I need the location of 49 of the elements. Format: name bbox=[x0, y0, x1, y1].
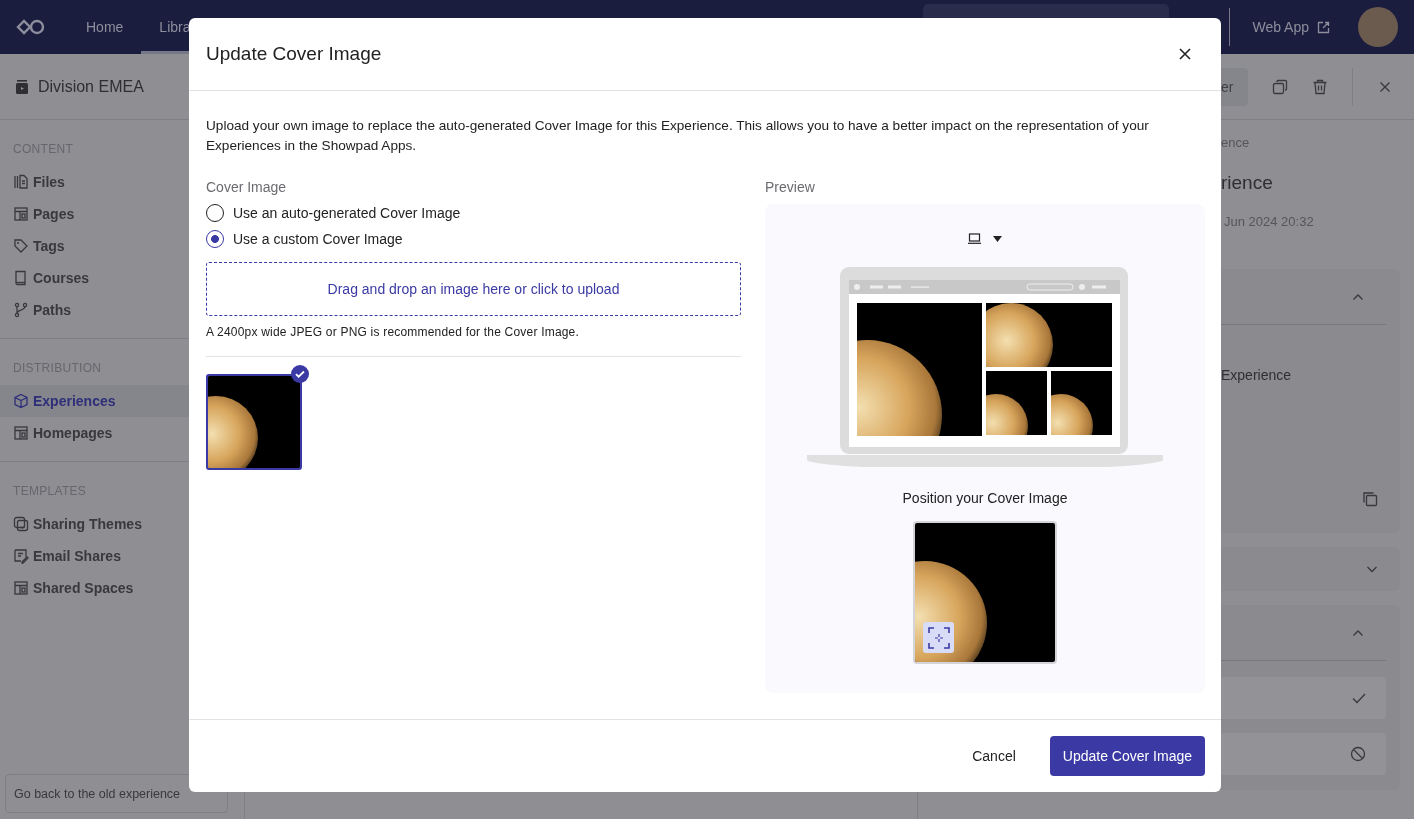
pencil-note-icon bbox=[13, 548, 29, 564]
duplicate-icon[interactable] bbox=[1272, 78, 1288, 95]
hint-text: A 2400px wide JPEG or PNG is recommended for the Cover Image. bbox=[206, 325, 581, 339]
check-icon bbox=[1352, 692, 1366, 704]
dialog-description: Upload your own image to replace the auto-generated Cover Image for this Experience. This allows you to have a better impact on the representation of your Experiences in the Showpad Apps. bbox=[206, 117, 1150, 155]
sidebar-item[interactable]: Shared Spaces bbox=[0, 572, 244, 604]
date-text: Jun 2024 20:32 bbox=[1224, 214, 1315, 229]
caret-icon[interactable] bbox=[993, 235, 1002, 242]
radio-option[interactable]: Use a custom Cover Image bbox=[206, 230, 741, 247]
breadcrumb: ence bbox=[1221, 135, 1251, 150]
sidebar-item[interactable]: Sharing Themes bbox=[0, 508, 244, 540]
old-experience-button[interactable]: Go back to the old experience bbox=[5, 774, 228, 813]
copy-icon[interactable] bbox=[1362, 491, 1378, 507]
blocked-icon bbox=[1350, 746, 1366, 762]
documents-icon bbox=[13, 174, 29, 190]
upload-dropzone[interactable]: Drag and drop an image here or click to upload bbox=[206, 262, 741, 316]
layout-icon bbox=[13, 206, 29, 222]
detail-title: rience bbox=[1221, 172, 1274, 194]
web-app-link[interactable]: Web App bbox=[1252, 19, 1309, 35]
laptop-icon[interactable] bbox=[968, 233, 981, 244]
field-value: Experience bbox=[1221, 367, 1293, 383]
sidebar-item[interactable]: Homepages bbox=[0, 417, 244, 449]
tag-icon bbox=[13, 238, 29, 254]
chevron-down-icon[interactable] bbox=[1366, 564, 1378, 574]
theme-icon bbox=[13, 516, 29, 532]
toolbar-button[interactable]: er bbox=[1221, 67, 1248, 106]
trash-icon[interactable] bbox=[1312, 78, 1328, 95]
dialog-title: Update Cover Image bbox=[206, 43, 382, 65]
cube-icon bbox=[13, 393, 29, 409]
logo-icon[interactable] bbox=[16, 19, 46, 35]
check-badge-icon bbox=[291, 365, 309, 383]
layout-icon bbox=[13, 425, 29, 441]
radio-option[interactable]: Use an auto-generated Cover Image bbox=[206, 204, 741, 221]
sidebar-item[interactable]: Email Shares bbox=[0, 540, 244, 572]
folder-icon bbox=[16, 79, 28, 94]
layout-icon bbox=[13, 580, 29, 596]
device-dropdown[interactable] bbox=[968, 233, 1002, 244]
branch-icon bbox=[13, 302, 29, 318]
nav-tab[interactable]: Home bbox=[68, 0, 142, 54]
update-button[interactable]: Update Cover Image bbox=[1049, 736, 1205, 776]
division-title: Division EMEA bbox=[38, 77, 144, 96]
image-thumbnail[interactable] bbox=[206, 374, 302, 470]
field-label: Preview bbox=[765, 179, 816, 195]
position-label: Position your Cover Image bbox=[902, 490, 1068, 506]
avatar[interactable] bbox=[1358, 7, 1398, 47]
field-label: Cover Image bbox=[206, 179, 288, 195]
external-link-icon[interactable] bbox=[1317, 20, 1330, 34]
close-icon[interactable] bbox=[1179, 48, 1191, 60]
book-icon bbox=[13, 270, 29, 286]
